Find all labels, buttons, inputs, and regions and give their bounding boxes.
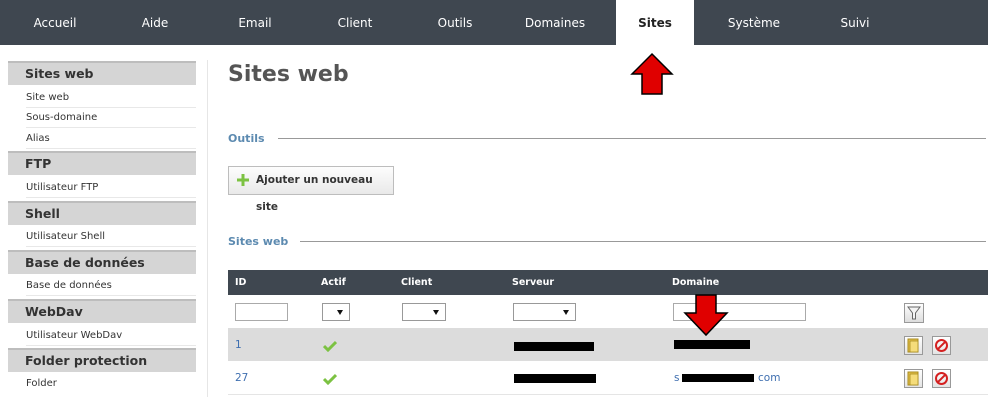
active-check-icon — [323, 373, 337, 385]
chevron-down-icon — [337, 310, 343, 315]
sidebar-item-alias[interactable]: Alias — [26, 130, 196, 149]
sidebar-item-sous-domaine[interactable]: Sous-domaine — [26, 109, 196, 128]
column-header-actif[interactable]: Actif — [321, 270, 346, 295]
column-header-client[interactable]: Client — [401, 270, 432, 295]
edit-folder-button[interactable] — [904, 369, 923, 388]
tab-client[interactable]: Client — [310, 0, 400, 45]
tab-outils[interactable]: Outils — [400, 0, 510, 45]
funnel-icon — [907, 306, 921, 320]
tab-aide[interactable]: Aide — [110, 0, 200, 45]
column-header-id[interactable]: ID — [235, 270, 246, 295]
table-header: ID Actif Client Serveur Domaine — [228, 270, 988, 295]
folder-icon — [907, 371, 919, 386]
sites-list-section-rule — [300, 241, 986, 242]
sidebar-section-ftp[interactable]: FTP — [8, 151, 196, 175]
delete-button[interactable] — [932, 336, 951, 355]
sidebar-section-webdav[interactable]: WebDav — [8, 299, 196, 323]
sidebar-item-utilisateur-shell[interactable]: Utilisateur Shell — [26, 228, 196, 247]
sidebar-item-utilisateur-webdav[interactable]: Utilisateur WebDav — [26, 327, 196, 346]
column-header-serveur[interactable]: Serveur — [512, 270, 554, 295]
tab-sites[interactable]: Sites — [616, 0, 694, 45]
sidebar-item-base-de-donnees[interactable]: Base de données — [26, 277, 196, 296]
page-title: Sites web — [228, 62, 349, 87]
sidebar-divider — [207, 60, 208, 397]
annotation-arrow-down — [683, 294, 729, 337]
add-new-site-button[interactable]: Ajouter un nouveau site — [228, 166, 394, 213]
filter-client-select[interactable] — [402, 303, 446, 321]
row-id-link[interactable]: 1 — [235, 328, 242, 362]
tab-suivi[interactable]: Suivi — [810, 0, 900, 45]
tab-accueil[interactable]: Accueil — [0, 0, 110, 45]
sidebar-section-folder-protection[interactable]: Folder protection — [8, 348, 196, 372]
tab-systeme[interactable]: Système — [710, 0, 798, 45]
chevron-down-icon — [563, 310, 569, 315]
sidebar-item-site-web[interactable]: Site web — [26, 89, 196, 108]
table-row[interactable]: 27 s com — [228, 361, 988, 395]
sidebar-section-shell[interactable]: Shell — [8, 201, 196, 225]
annotation-arrow-up — [630, 52, 674, 95]
sidebar-section-base-de-donnees[interactable]: Base de données — [8, 250, 196, 274]
tools-section-label: Outils — [228, 132, 265, 145]
domain-link-prefix[interactable]: s — [674, 361, 679, 395]
chevron-down-icon — [433, 310, 439, 315]
folder-icon — [907, 338, 919, 353]
delete-icon — [935, 339, 948, 352]
tab-domaines[interactable]: Domaines — [510, 0, 600, 45]
filter-row — [228, 295, 988, 328]
column-header-domaine[interactable]: Domaine — [672, 270, 719, 295]
sidebar-section-sites-web[interactable]: Sites web — [8, 61, 196, 85]
sidebar-item-utilisateur-ftp[interactable]: Utilisateur FTP — [26, 179, 196, 198]
sites-list-section-label: Sites web — [228, 235, 289, 248]
top-navigation: Accueil Aide Email Client Outils Domaine… — [0, 0, 988, 45]
filter-actif-select[interactable] — [322, 303, 350, 321]
redacted-server — [514, 342, 594, 351]
filter-serveur-select[interactable] — [513, 303, 576, 321]
redacted-domain — [674, 340, 750, 349]
row-id-link[interactable]: 27 — [235, 361, 248, 395]
filter-button[interactable] — [904, 303, 924, 323]
domain-link-suffix[interactable]: com — [758, 361, 780, 395]
sidebar-item-folder[interactable]: Folder — [26, 375, 196, 393]
active-check-icon — [323, 340, 337, 352]
tab-email[interactable]: Email — [200, 0, 310, 45]
delete-icon — [935, 372, 948, 385]
redacted-server — [514, 374, 596, 383]
add-new-site-label: Ajouter un nouveau site — [256, 174, 373, 213]
delete-button[interactable] — [932, 369, 951, 388]
edit-folder-button[interactable] — [904, 336, 923, 355]
redacted-domain — [682, 374, 754, 382]
tools-section-rule — [278, 138, 986, 139]
filter-id-input[interactable] — [235, 303, 288, 321]
plus-icon — [237, 174, 249, 186]
table-row[interactable]: 1 — [228, 328, 988, 361]
